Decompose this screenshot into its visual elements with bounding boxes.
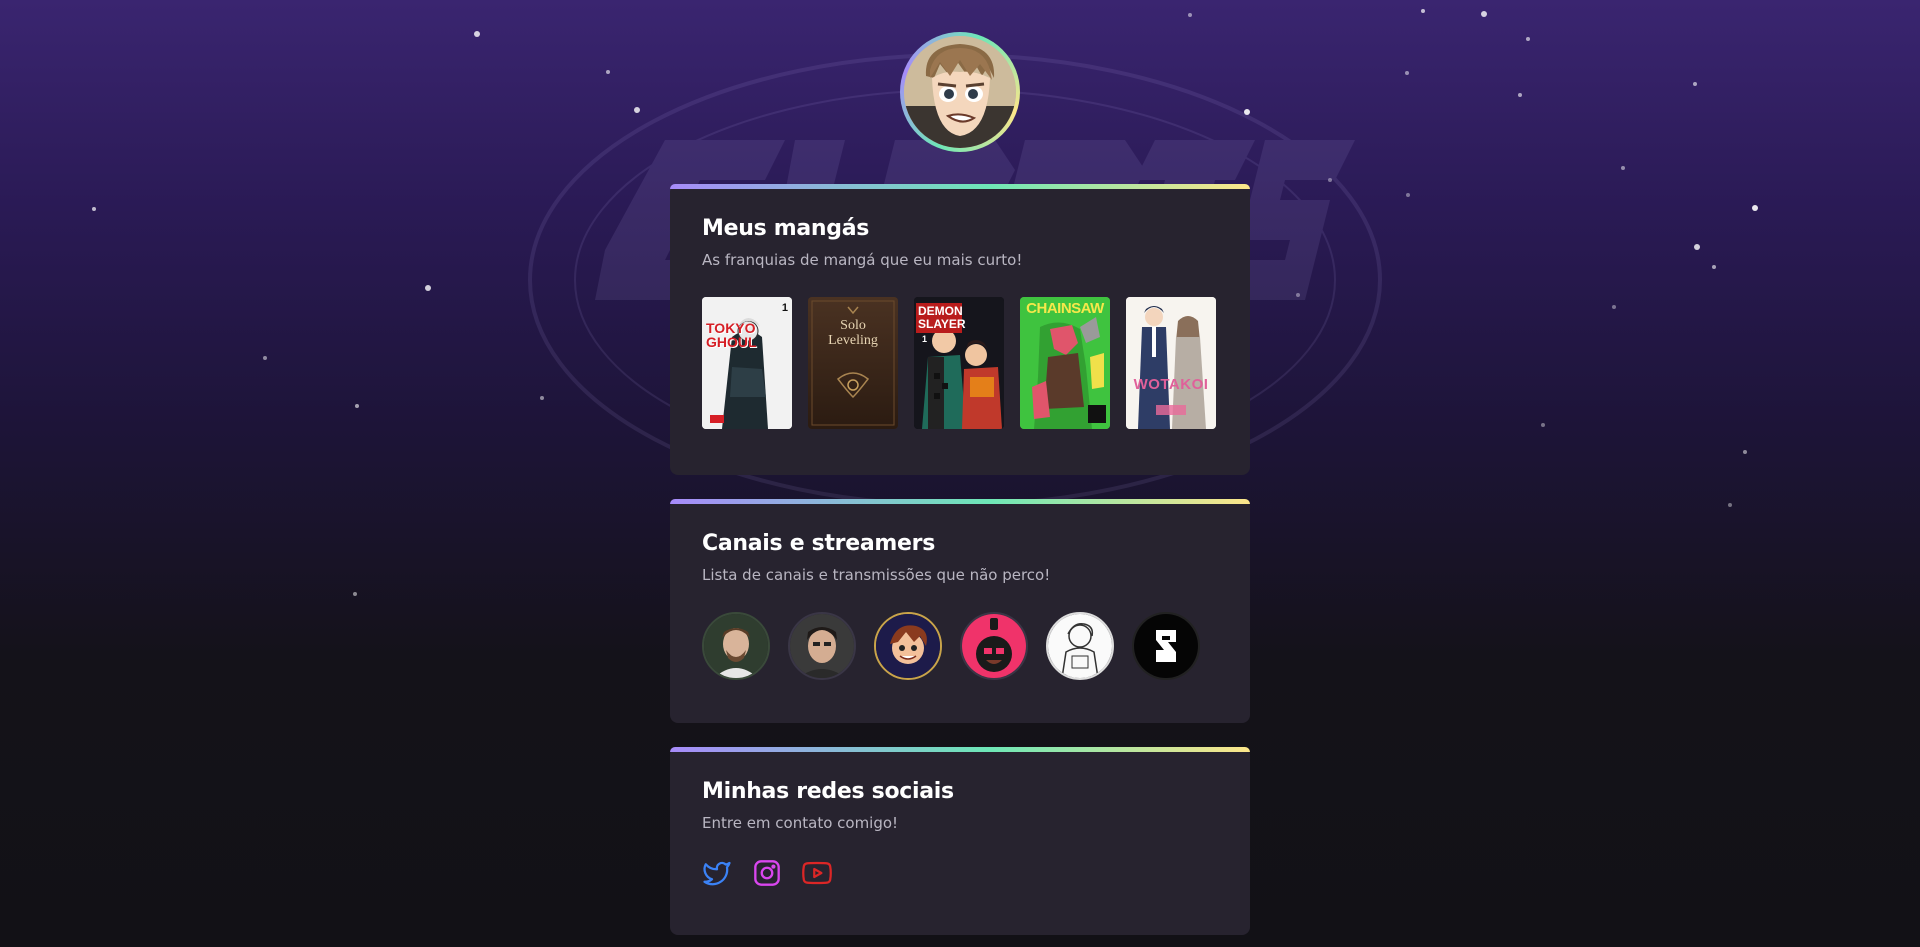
youtube-icon: [802, 861, 832, 885]
manga-title-tokyo-ghoul: TOKYO GHOUL: [706, 320, 757, 350]
manga-volume-demon-slayer: 1: [922, 334, 928, 344]
manga-cover-chainsaw-man[interactable]: CHAINSAW: [1020, 297, 1110, 429]
instagram-icon: [754, 860, 780, 886]
cartoon-avatar-icon: [962, 614, 1026, 678]
manga-title-demon-slayer: DEMON SLAYER: [916, 303, 966, 334]
streamer-avatar-1[interactable]: [702, 612, 770, 680]
social-card: Minhas redes sociais Entre em contato co…: [670, 747, 1250, 935]
manga-cover-tokyo-ghoul[interactable]: TOKYO GHOUL 1: [702, 297, 792, 429]
streamer-avatar-2[interactable]: [788, 612, 856, 680]
twitter-icon: [703, 861, 731, 886]
social-links: [702, 858, 1218, 888]
social-subtitle: Entre em contato comigo!: [702, 814, 899, 832]
manga-title-chainsaw-man: CHAINSAW: [1026, 300, 1104, 317]
anime-avatar-icon: [904, 36, 1016, 148]
person-photo-icon: [704, 614, 768, 678]
sketch-avatar-icon: [1048, 614, 1112, 678]
manga-volume-tokyo-ghoul: 1: [781, 302, 788, 314]
streamer-avatar-6[interactable]: [1132, 612, 1200, 680]
profile-avatar: [900, 32, 1020, 152]
manga-cover-wotakoi[interactable]: WOTAKOI: [1126, 297, 1216, 429]
solo-leveling-cover-art: [808, 297, 898, 429]
streamer-list: [702, 612, 1218, 680]
streamers-subtitle: Lista de canais e transmissões que não p…: [702, 566, 1051, 584]
brand-logo-icon: [1134, 614, 1198, 678]
instagram-link[interactable]: [752, 858, 782, 888]
youtube-link[interactable]: [802, 858, 832, 888]
wotakoi-cover-art: [1126, 297, 1216, 429]
mangas-card: Meus mangás As franquias de mangá que eu…: [670, 184, 1250, 475]
manga-list: TOKYO GHOUL 1 Solo Leveling DEMON SLAYER…: [702, 297, 1218, 429]
mangas-subtitle: As franquias de mangá que eu mais curto!: [702, 251, 1023, 269]
streamer-avatar-3[interactable]: [874, 612, 942, 680]
social-title: Minhas redes sociais: [702, 779, 954, 804]
manga-cover-solo-leveling[interactable]: Solo Leveling: [808, 297, 898, 429]
manga-title-solo-leveling: Solo Leveling: [828, 318, 878, 348]
streamer-avatar-4[interactable]: [960, 612, 1028, 680]
manga-cover-demon-slayer[interactable]: DEMON SLAYER 1: [914, 297, 1004, 429]
streamers-card: Canais e streamers Lista de canais e tra…: [670, 499, 1250, 723]
twitter-link[interactable]: [702, 858, 732, 888]
streamers-title: Canais e streamers: [702, 531, 935, 556]
tokyo-ghoul-cover-art: [702, 297, 792, 429]
cartoon-avatar-icon: [876, 614, 940, 678]
streamer-avatar-5[interactable]: [1046, 612, 1114, 680]
manga-title-wotakoi: WOTAKOI: [1133, 376, 1209, 393]
mangas-title: Meus mangás: [702, 216, 870, 241]
person-photo-icon: [790, 614, 854, 678]
